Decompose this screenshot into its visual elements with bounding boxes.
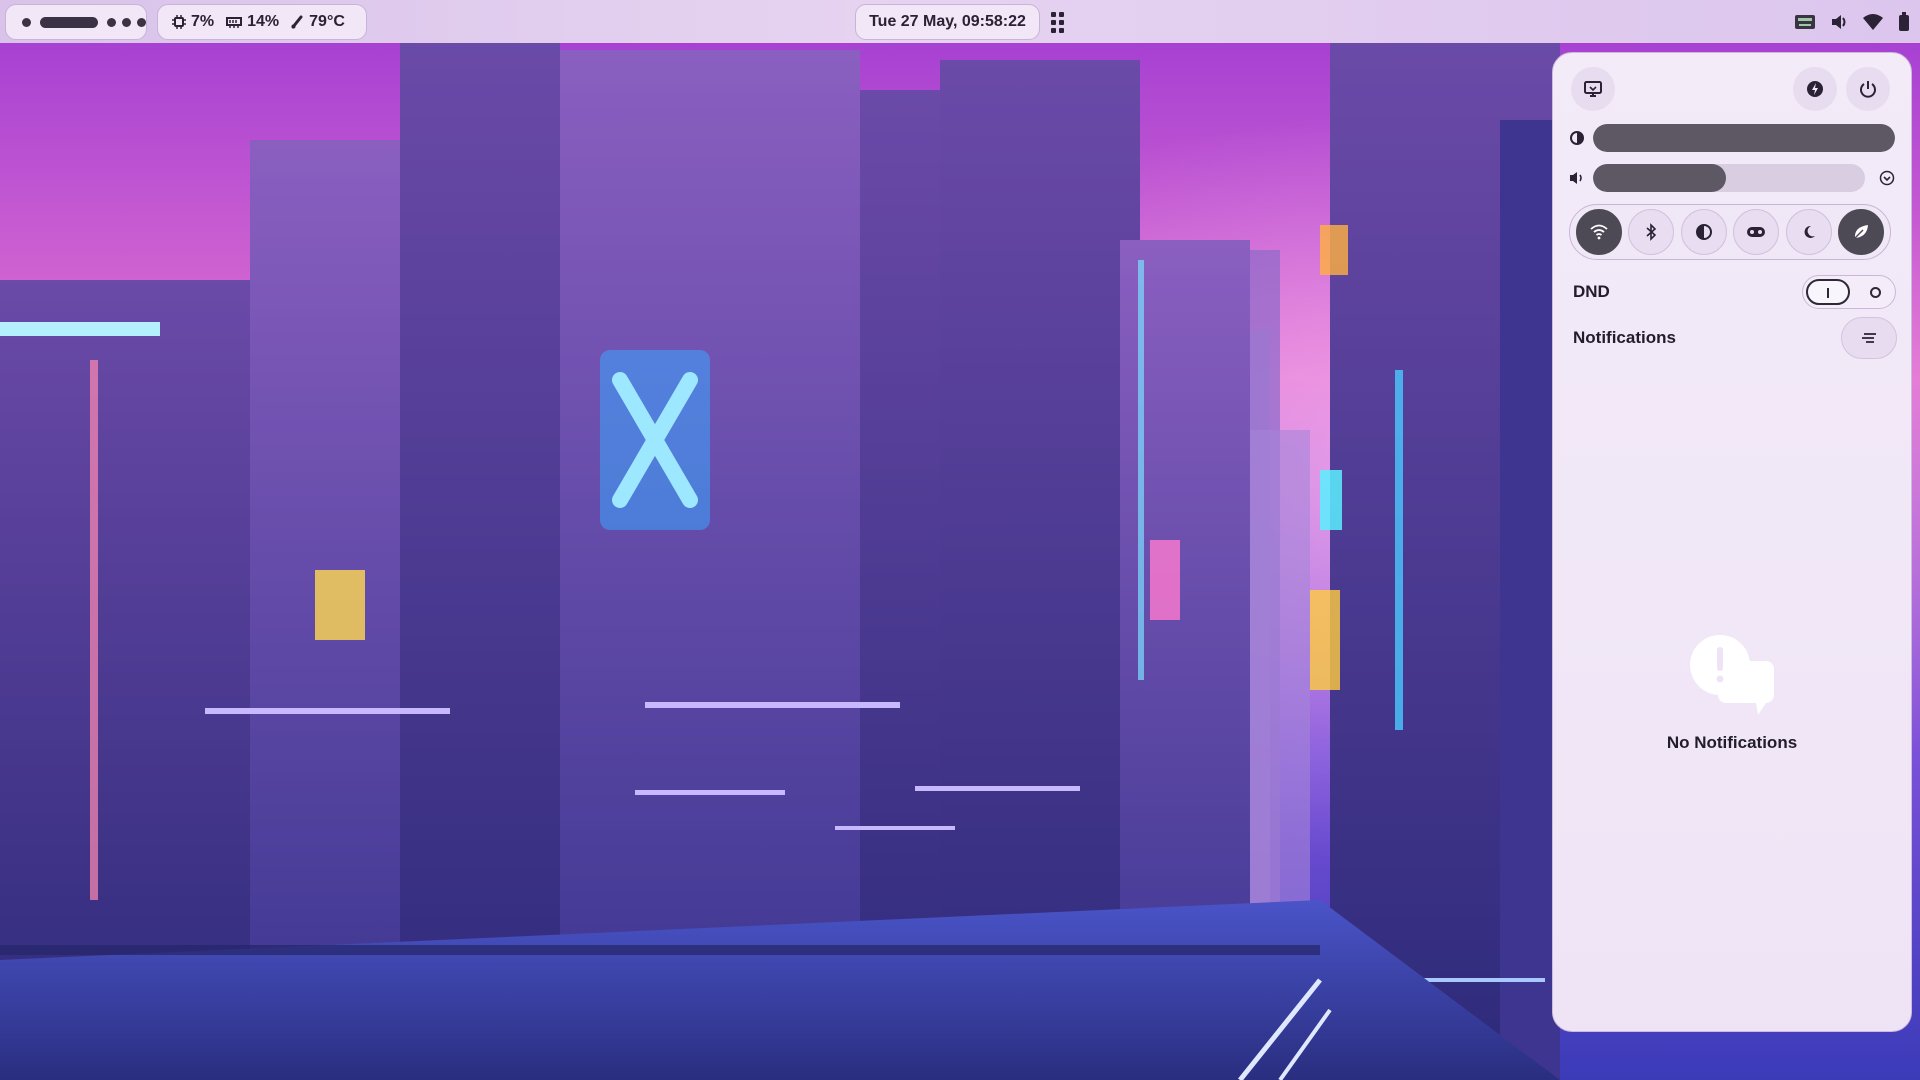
audio-output-button[interactable]	[1865, 170, 1895, 186]
bluetooth-icon	[1646, 223, 1657, 241]
dnd-off-indicator	[1870, 287, 1881, 298]
cpu-value: 7%	[191, 13, 215, 30]
contrast-icon	[1695, 224, 1712, 240]
notification-empty-icon	[1690, 635, 1774, 715]
chevron-down-icon	[1879, 170, 1895, 186]
gamepad-icon	[1747, 227, 1766, 237]
dnd-label: DND	[1573, 282, 1610, 301]
empty-notifications: No Notifications	[1553, 633, 1911, 753]
workspace-dot[interactable]	[137, 17, 146, 27]
dnd-switch[interactable]	[1802, 275, 1896, 309]
moon-icon	[1804, 225, 1815, 238]
night-light-toggle[interactable]	[1785, 209, 1832, 255]
clear-notifications-button[interactable]	[1841, 317, 1897, 359]
workspace-indicator[interactable]	[5, 4, 147, 40]
dnd-switch-knob	[1806, 279, 1850, 305]
screen-icon	[1584, 81, 1602, 97]
thermometer-icon	[291, 15, 303, 29]
workspace-dot[interactable]	[22, 17, 31, 27]
memory-stat: 14%	[226, 13, 279, 31]
brightness-slider[interactable]	[1593, 124, 1895, 152]
memory-icon	[226, 17, 243, 28]
power-saver-toggle[interactable]	[1837, 209, 1884, 255]
app-grid-icon[interactable]	[1051, 12, 1065, 33]
clock[interactable]: Tue 27 May, 09:58:22	[855, 4, 1040, 40]
cpu-icon	[172, 15, 186, 29]
top-bar: 7% 14% 79°C Tue 27 May, 09:58:22	[0, 0, 1920, 43]
wifi-icon[interactable]	[1862, 13, 1884, 31]
volume-fill	[1593, 164, 1727, 192]
system-tray	[1794, 8, 1910, 36]
clear-all-icon	[1862, 333, 1876, 343]
volume-icon[interactable]	[1830, 13, 1848, 31]
workspace-dot[interactable]	[107, 17, 116, 27]
power-mode-button[interactable]	[1793, 67, 1837, 111]
workspace-dot[interactable]	[122, 17, 131, 27]
notifications-label: Notifications	[1573, 328, 1676, 347]
volume-icon	[1570, 172, 1582, 184]
volume-row	[1569, 164, 1895, 192]
workspace-active[interactable]	[40, 16, 98, 28]
bluetooth-toggle[interactable]	[1628, 209, 1675, 255]
leaf-icon	[1854, 225, 1868, 239]
game-mode-toggle[interactable]	[1733, 209, 1780, 255]
brightness-fill	[1593, 124, 1895, 152]
bolt-icon	[1807, 81, 1823, 97]
wifi-toggle[interactable]	[1576, 209, 1622, 255]
screen-button[interactable]	[1571, 67, 1615, 111]
brightness-row	[1569, 124, 1895, 152]
battery-icon[interactable]	[1898, 12, 1910, 32]
brightness-icon	[1570, 131, 1584, 145]
wifi-icon	[1590, 224, 1608, 240]
memory-value: 14%	[247, 13, 280, 30]
temperature-value: 79°C	[309, 13, 345, 30]
clock-text: Tue 27 May, 09:58:22	[869, 13, 1026, 30]
empty-message: No Notifications	[1666, 733, 1798, 752]
power-button[interactable]	[1846, 67, 1890, 111]
power-icon	[1860, 81, 1876, 98]
quick-settings-panel: DND Notifications No Notifications	[1552, 52, 1912, 1032]
cpu-stat: 7%	[172, 13, 214, 31]
keyboard-icon[interactable]	[1794, 14, 1816, 30]
temperature-stat: 79°C	[291, 13, 345, 31]
quick-toggles	[1569, 204, 1891, 260]
contrast-toggle[interactable]	[1680, 209, 1727, 255]
volume-slider[interactable]	[1593, 164, 1865, 192]
system-monitor[interactable]: 7% 14% 79°C	[157, 4, 367, 40]
